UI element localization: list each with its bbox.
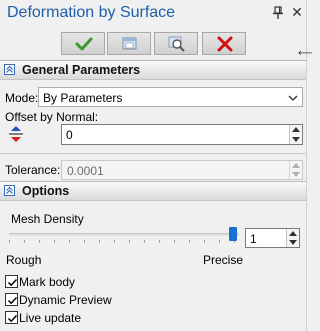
close-icon[interactable]: ✕ — [291, 4, 303, 20]
slider-ticks — [9, 240, 237, 243]
mesh-density-label: Mesh Density — [11, 212, 84, 226]
rough-label: Rough — [6, 253, 42, 267]
checkbox-box[interactable] — [5, 311, 18, 324]
chevron-down-icon — [288, 92, 298, 106]
mesh-density-input[interactable]: 1 — [245, 228, 300, 248]
preview-window-icon — [122, 37, 137, 50]
slider-thumb[interactable] — [229, 227, 238, 241]
red-x-icon — [217, 36, 233, 52]
action-toolbar — [0, 32, 306, 56]
spin-up-icon[interactable] — [290, 125, 302, 135]
checkmark-icon — [7, 296, 18, 305]
magnify-window-icon — [168, 36, 185, 52]
pin-icon[interactable] — [272, 6, 284, 20]
mode-label: Mode: — [5, 91, 39, 105]
offset-spinner — [289, 125, 302, 144]
precise-label: Precise — [203, 253, 244, 267]
zoom-preview-button[interactable] — [154, 32, 198, 55]
general-parameters-header[interactable]: General Parameters — [0, 60, 306, 80]
cancel-button[interactable] — [202, 32, 246, 55]
spin-up-icon — [290, 161, 302, 170]
panel-titlebar: Deformation by Surface ✕ — [0, 0, 306, 28]
collapse-icon[interactable] — [4, 64, 15, 75]
spin-down-icon[interactable] — [290, 135, 302, 145]
checkmark-icon — [7, 314, 18, 323]
checkmark-icon — [75, 37, 93, 51]
divider — [0, 153, 306, 154]
tolerance-spinner — [289, 161, 302, 179]
offset-value: 0 — [66, 128, 73, 142]
spin-up-icon[interactable] — [287, 229, 299, 238]
checkbox-box[interactable] — [5, 275, 18, 288]
checkbox-label: Dynamic Preview — [19, 293, 112, 307]
checkbox-label: Live update — [19, 311, 82, 325]
tolerance-value: 0.0001 — [67, 164, 104, 178]
collapse-icon[interactable] — [4, 185, 15, 196]
resize-arrow-icon[interactable]: ⟵ — [298, 48, 312, 59]
spin-down-icon — [290, 170, 302, 179]
mode-select[interactable]: By Parameters — [38, 87, 303, 107]
flip-normal-icon[interactable] — [8, 125, 24, 143]
section-title: Options — [22, 184, 70, 198]
mesh-density-spinner — [286, 229, 299, 247]
mesh-density-slider[interactable] — [9, 233, 239, 236]
section-title: General Parameters — [22, 63, 141, 77]
options-header[interactable]: Options — [0, 181, 306, 201]
preview-button[interactable] — [107, 32, 151, 55]
deformation-panel: Deformation by Surface ✕ ⟵ General Param… — [0, 0, 312, 331]
mode-value: By Parameters — [43, 91, 123, 105]
ok-button[interactable] — [61, 32, 105, 55]
tolerance-input: 0.0001 — [61, 160, 303, 180]
offset-input[interactable]: 0 — [61, 124, 303, 145]
spin-down-icon[interactable] — [287, 238, 299, 247]
offset-label: Offset by Normal: — [5, 110, 99, 124]
panel-title: Deformation by Surface — [7, 4, 176, 21]
checkbox-box[interactable] — [5, 293, 18, 306]
checkmark-icon — [7, 278, 18, 287]
mesh-density-value: 1 — [250, 232, 257, 246]
tolerance-label: Tolerance: — [5, 163, 61, 177]
checkbox-label: Mark body — [19, 275, 76, 289]
